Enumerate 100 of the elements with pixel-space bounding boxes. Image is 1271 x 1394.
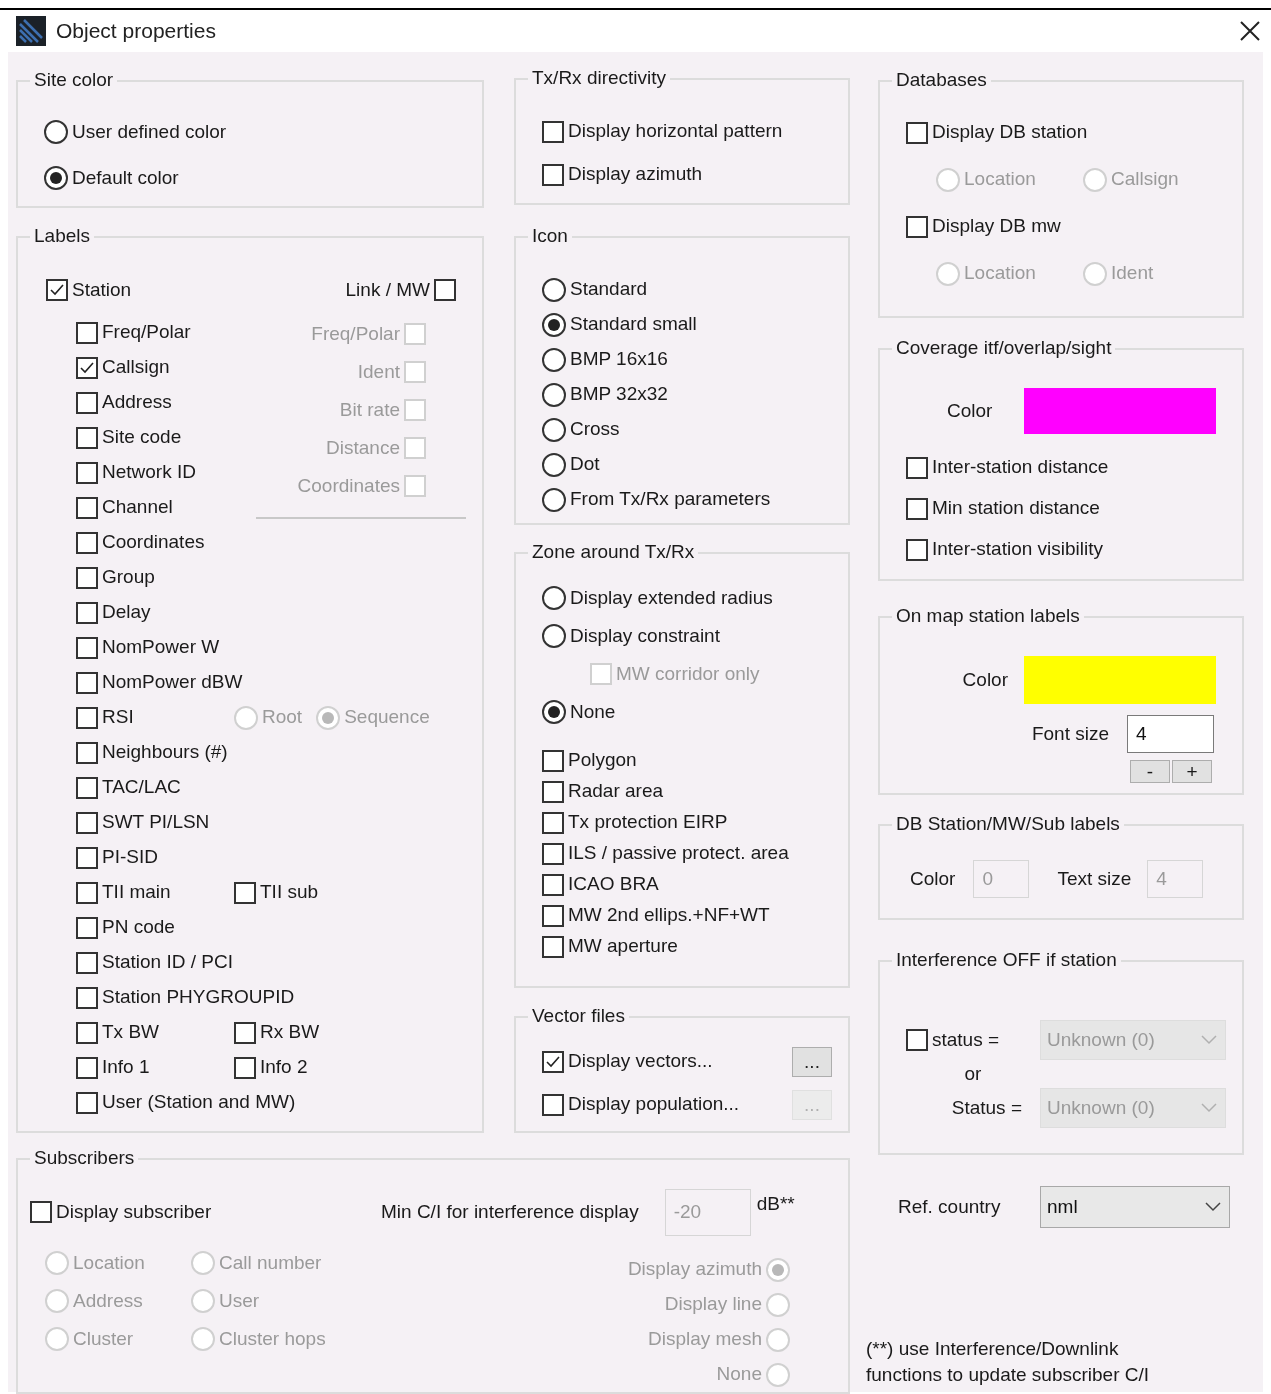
field-label: Text size (1057, 866, 1132, 891)
color-swatch[interactable] (1024, 656, 1216, 704)
checkbox-label: Radar area (568, 779, 664, 804)
checkbox[interactable] (76, 461, 98, 484)
checkbox-label: MW aperture (568, 934, 678, 959)
checkbox-label: PN code (102, 915, 175, 940)
checkbox[interactable] (906, 121, 928, 144)
radio-button[interactable] (542, 312, 566, 337)
checkbox[interactable] (906, 497, 928, 520)
checkbox[interactable] (76, 391, 98, 414)
window-title: Object properties (56, 18, 216, 45)
radio-button[interactable] (542, 452, 566, 477)
stepper-button[interactable]: - (1130, 760, 1170, 783)
radio-button[interactable] (44, 120, 68, 144)
checkbox[interactable] (30, 1201, 52, 1223)
checkbox[interactable] (542, 1050, 564, 1073)
checkbox[interactable] (76, 776, 98, 799)
stepper-button[interactable]: + (1172, 760, 1212, 783)
checkbox[interactable] (76, 1056, 98, 1079)
chevron-down-icon (1205, 1202, 1221, 1212)
checkbox[interactable] (76, 881, 98, 904)
radio-button[interactable] (542, 347, 566, 372)
input-field[interactable]: 4 (1127, 715, 1214, 753)
checkbox[interactable] (76, 1091, 98, 1114)
radio-button[interactable] (542, 382, 566, 407)
checkbox[interactable] (76, 531, 98, 554)
checkbox[interactable] (234, 1056, 256, 1079)
field-label: Min C/I for interference display (381, 1199, 639, 1224)
checkbox[interactable] (76, 706, 98, 729)
checkbox-label: Info 2 (260, 1055, 308, 1080)
checkbox[interactable] (542, 873, 564, 896)
checkbox-label: NomPower dBW (102, 670, 243, 695)
checkbox[interactable] (76, 1021, 98, 1044)
radio-label: Root (262, 705, 303, 730)
checkbox[interactable] (542, 904, 564, 927)
checkbox-label: Display population... (568, 1092, 740, 1117)
chevron-down-icon (1201, 1103, 1217, 1113)
radio-button[interactable] (44, 166, 68, 190)
checkbox[interactable] (76, 566, 98, 589)
checkbox[interactable] (542, 935, 564, 958)
checkbox[interactable] (542, 842, 564, 865)
radio-label: Address (73, 1288, 143, 1313)
checkbox[interactable] (542, 780, 564, 803)
field-label: Status = (951, 1095, 1022, 1120)
checkbox[interactable] (906, 538, 928, 561)
checkbox-label: ILS / passive protect. area (568, 841, 789, 866)
radio-label: None (570, 699, 616, 724)
radio-label: User (219, 1288, 260, 1313)
checkbox[interactable] (234, 1021, 256, 1044)
checkbox[interactable] (234, 881, 256, 904)
checkbox[interactable] (76, 321, 98, 344)
dropdown[interactable]: nml (1040, 1186, 1230, 1228)
checkbox[interactable] (906, 215, 928, 238)
checkbox[interactable] (76, 671, 98, 694)
checkbox-label: Address (102, 390, 172, 415)
checkbox[interactable] (76, 356, 98, 379)
checkbox-label: Display horizontal pattern (568, 119, 783, 144)
radio-button[interactable] (542, 624, 566, 648)
checkbox[interactable] (76, 811, 98, 834)
radio-button[interactable] (542, 700, 566, 724)
browse-button[interactable]: ... (792, 1046, 832, 1077)
checkbox-label: Network ID (102, 460, 196, 485)
app-icon (16, 16, 46, 46)
checkbox[interactable] (76, 426, 98, 449)
radio-button[interactable] (542, 277, 566, 302)
checkbox-label: Group (102, 565, 155, 590)
color-swatch[interactable] (1024, 388, 1216, 434)
checkbox[interactable] (906, 1029, 928, 1051)
joiner-label: or (964, 1061, 982, 1086)
checkbox[interactable] (906, 456, 928, 479)
field-label: Color (910, 866, 956, 891)
radio-button[interactable] (542, 417, 566, 442)
checkbox[interactable] (46, 279, 68, 301)
checkbox[interactable] (542, 749, 564, 772)
checkbox[interactable] (76, 986, 98, 1009)
radio-button[interactable] (542, 487, 566, 512)
checkbox-label: Display azimuth (568, 162, 703, 187)
checkbox[interactable] (542, 1093, 564, 1116)
checkbox-label: Distance (326, 435, 400, 460)
checkbox[interactable] (76, 846, 98, 869)
checkbox[interactable] (76, 601, 98, 624)
radio-label: From Tx/Rx parameters (570, 487, 771, 512)
radio-button[interactable] (542, 586, 566, 610)
checkbox-label: Tx protection EIRP (568, 810, 728, 835)
checkbox-label: Station (72, 277, 132, 302)
checkbox[interactable] (76, 951, 98, 974)
checkbox-label: Info 1 (102, 1055, 150, 1080)
checkbox[interactable] (542, 811, 564, 834)
checkbox[interactable] (542, 163, 564, 186)
checkbox[interactable] (76, 636, 98, 659)
checkbox[interactable] (542, 120, 564, 143)
checkbox-label: User (Station and MW) (102, 1090, 296, 1115)
checkbox[interactable] (434, 279, 456, 301)
radio-label: Sequence (344, 705, 430, 730)
radio-label: Callsign (1111, 167, 1179, 192)
checkbox[interactable] (76, 741, 98, 764)
field-label: Font size (1031, 721, 1109, 746)
checkbox[interactable] (76, 496, 98, 519)
checkbox[interactable] (76, 916, 98, 939)
radio-label: Display mesh (647, 1327, 762, 1352)
